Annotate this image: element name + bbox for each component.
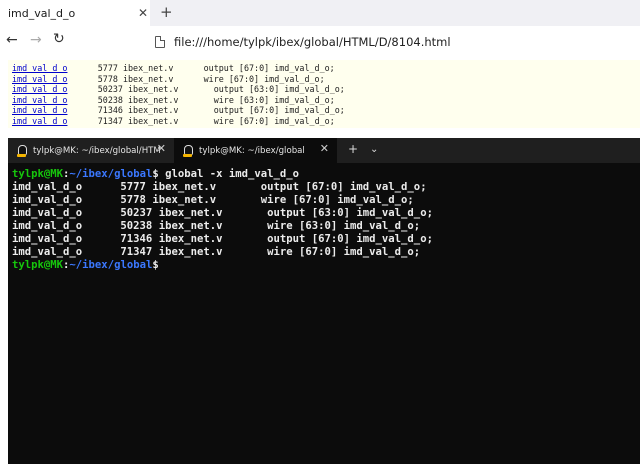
page-content: imd_val_d_o 5777 ibex_net.v output [67:0… (8, 60, 640, 128)
list-item: imd_val_d_o 50237 ibex_net.v output [63:… (12, 84, 640, 95)
chevron-down-icon[interactable]: ⌄ (370, 143, 378, 156)
output-line: imd_val_d_o 5778 ibex_net.v wire [67:0] … (12, 194, 414, 206)
browser-nav-bar: ← → ↻ file:///home/tylpk/ibex/global/HTM… (0, 26, 640, 56)
prompt-path: ~/ibex/global (69, 259, 153, 271)
file-name: ibex_net.v (128, 84, 179, 95)
code-text: wire [67:0] imd_val_d_o; (198, 115, 335, 126)
output-line: imd_val_d_o 5777 ibex_net.v output [67:0… (12, 181, 427, 193)
terminal-tab-2[interactable]: tylpk@MK: ~/ibex/global ✕ (174, 138, 337, 163)
command-text: global -x imd_val_d_o (158, 168, 300, 180)
terminal-tab-bar: tylpk@MK: ~/ibex/global/HTM ✕ tylpk@MK: … (8, 138, 640, 163)
line-number: 71347 (97, 115, 123, 126)
line-number: 5777 (97, 63, 118, 73)
list-item: imd_val_d_o 50238 ibex_net.v wire [63:0]… (12, 95, 640, 106)
back-arrow-icon[interactable]: ← (6, 33, 18, 47)
browser-window: imd_val_d_o ✕ + ← → ↻ file:///home/tylpk… (0, 0, 640, 140)
new-tab-icon[interactable]: + (160, 4, 173, 20)
url-bar[interactable]: file:///home/tylpk/ibex/global/HTML/D/81… (150, 31, 640, 52)
prompt-user: tylpk@MK (12, 259, 64, 271)
symbol-link[interactable]: imd_val_d_o (12, 95, 67, 105)
browser-tab-title: imd_val_d_o (8, 6, 76, 20)
linux-penguin-icon (16, 144, 27, 157)
new-tab-icon[interactable]: + (348, 143, 358, 156)
line-number: 5778 (97, 73, 118, 84)
forward-arrow-icon[interactable]: → (30, 33, 42, 47)
code-text: output [63:0] imd_val_d_o; (198, 84, 345, 95)
code-text: output [67:0] imd_val_d_o; (193, 63, 335, 73)
reload-icon[interactable]: ↻ (53, 32, 65, 47)
symbol-link[interactable]: imd_val_d_o (12, 105, 67, 115)
close-icon[interactable]: ✕ (320, 143, 329, 155)
terminal-output[interactable]: tylpk@MK:~/ibex/global$ global -x imd_va… (12, 168, 632, 272)
symbol-link[interactable]: imd_val_d_o (12, 84, 67, 94)
terminal-tab-1[interactable]: tylpk@MK: ~/ibex/global/HTM ✕ (8, 138, 174, 163)
code-text: output [67:0] imd_val_d_o; (198, 105, 345, 116)
url-text[interactable]: file:///home/tylpk/ibex/global/HTML/D/81… (174, 35, 451, 49)
line-number: 71346 (97, 105, 123, 116)
terminal-tab-title: tylpk@MK: ~/ibex/global/HTM (33, 145, 161, 156)
file-name: ibex_net.v (122, 63, 174, 73)
prompt-user: tylpk@MK (12, 168, 64, 180)
list-item: imd_val_d_o 5778 ibex_net.v wire [67:0] … (12, 74, 640, 85)
line-number: 50238 (97, 94, 123, 105)
browser-tab-bar: imd_val_d_o ✕ + (0, 0, 640, 26)
list-item: imd_val_d_o 71346 ibex_net.v output [67:… (12, 105, 640, 116)
terminal-tab-title: tylpk@MK: ~/ibex/global (199, 145, 305, 156)
linux-penguin-icon (182, 144, 193, 157)
file-name: ibex_net.v (128, 115, 179, 126)
output-line: imd_val_d_o 71347 ibex_net.v wire [67:0]… (12, 246, 421, 258)
file-name: ibex_net.v (122, 73, 174, 84)
prompt-dollar: $ (152, 259, 159, 271)
file-name: ibex_net.v (128, 94, 179, 105)
page-icon (155, 35, 165, 48)
command-output: imd_val_d_o 5777 ibex_net.v output [67:0… (12, 181, 632, 259)
output-line: imd_val_d_o 71346 ibex_net.v output [67:… (12, 233, 433, 245)
code-text: wire [63:0] imd_val_d_o; (198, 94, 335, 105)
symbol-link[interactable]: imd_val_d_o (12, 63, 67, 73)
prompt-path: ~/ibex/global (69, 168, 153, 180)
symbol-link[interactable]: imd_val_d_o (12, 74, 67, 84)
browser-tab[interactable]: imd_val_d_o ✕ (0, 0, 150, 26)
close-icon[interactable]: ✕ (157, 143, 166, 155)
prompt-line: tylpk@MK:~/ibex/global$ (12, 259, 632, 272)
file-name: ibex_net.v (128, 105, 179, 116)
list-item: imd_val_d_o 71347 ibex_net.v wire [67:0]… (12, 116, 640, 127)
prompt-line: tylpk@MK:~/ibex/global$ global -x imd_va… (12, 168, 632, 181)
close-icon[interactable]: ✕ (138, 6, 148, 20)
output-line: imd_val_d_o 50237 ibex_net.v output [63:… (12, 207, 433, 219)
code-text: wire [67:0] imd_val_d_o; (193, 73, 325, 84)
output-line: imd_val_d_o 50238 ibex_net.v wire [63:0]… (12, 220, 421, 232)
symbol-link[interactable]: imd_val_d_o (12, 116, 67, 126)
terminal-window: tylpk@MK: ~/ibex/global/HTM ✕ tylpk@MK: … (8, 138, 640, 464)
list-item: imd_val_d_o 5777 ibex_net.v output [67:0… (12, 63, 640, 74)
line-number: 50237 (97, 84, 123, 95)
